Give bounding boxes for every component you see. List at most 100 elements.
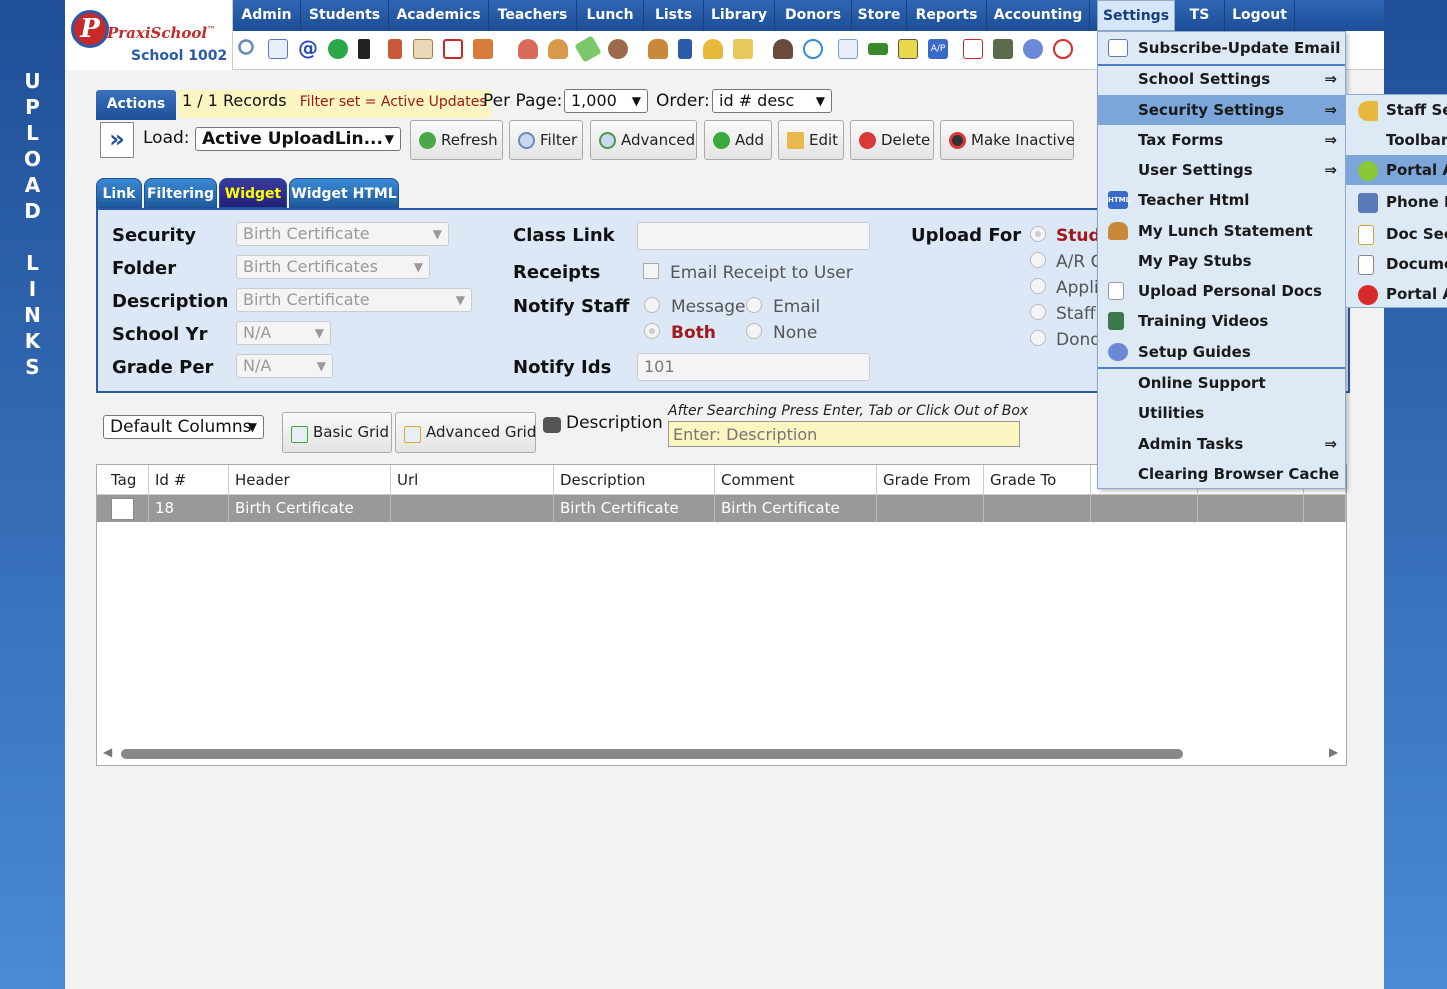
menu-item-school-settings[interactable]: School Settings ⇒ (1098, 64, 1345, 94)
parents-icon[interactable] (608, 39, 628, 59)
at-icon[interactable]: @ (298, 38, 318, 59)
nav-ts[interactable]: TS (1175, 0, 1225, 31)
pdf-icon[interactable] (963, 39, 983, 59)
submenu-item-portal-access[interactable]: Portal A (1346, 155, 1447, 185)
submenu-item-phone[interactable]: Phone N (1346, 187, 1447, 217)
student-icon[interactable] (548, 39, 568, 59)
phone-icon[interactable] (358, 39, 370, 59)
book-icon[interactable] (678, 39, 692, 59)
money-icon[interactable] (574, 35, 602, 63)
column-header-id[interactable]: Id # (149, 465, 229, 495)
column-header-grade-to[interactable]: Grade To (984, 465, 1091, 495)
security-select[interactable]: Birth Certificate ▼ (236, 222, 449, 246)
tag-checkbox[interactable] (111, 498, 134, 520)
filter-button[interactable]: Filter (509, 120, 583, 160)
notify-ids-input[interactable]: 101 (637, 353, 870, 381)
menu-item-online-support[interactable]: Online Support (1098, 368, 1345, 398)
calculator-icon[interactable] (413, 39, 433, 59)
notify-message-radio[interactable] (644, 297, 660, 313)
submenu-item-toolbars[interactable]: Toolbars (1346, 125, 1447, 155)
card-icon[interactable] (868, 43, 888, 55)
notify-none-radio[interactable] (746, 323, 762, 339)
nav-reports[interactable]: Reports (907, 0, 987, 31)
nav-library[interactable]: Library (704, 0, 775, 31)
school-yr-select[interactable]: N/A ▼ (236, 321, 331, 345)
menu-item-utilities[interactable]: Utilities (1098, 398, 1345, 428)
nav-admin[interactable]: Admin (233, 0, 301, 31)
scroll-left-arrow[interactable]: ◀ (103, 745, 112, 759)
menu-item-pay-stubs[interactable]: My Pay Stubs (1098, 246, 1345, 276)
tab-link[interactable]: Link (96, 178, 142, 208)
menu-item-clear-cache[interactable]: Clearing Browser Cache (1098, 459, 1345, 489)
make-inactive-button[interactable]: Make Inactive (940, 120, 1075, 160)
nav-store[interactable]: Store (852, 0, 907, 31)
class-link-input[interactable] (637, 222, 870, 250)
column-header-url[interactable]: Url (391, 465, 554, 495)
columns-select[interactable]: Default Columns ▼ (103, 415, 264, 439)
bell-icon[interactable] (703, 39, 723, 59)
actions-tab[interactable]: Actions (96, 90, 176, 120)
submenu-item-documents[interactable]: Docume (1346, 249, 1447, 279)
menu-item-teacher-html[interactable]: HTML Teacher Html (1098, 185, 1345, 215)
notify-email-radio[interactable] (746, 297, 762, 313)
person-icon[interactable] (773, 39, 793, 59)
basic-grid-button[interactable]: Basic Grid (282, 412, 392, 453)
advanced-button[interactable]: Advanced (590, 120, 697, 160)
teacher-icon[interactable] (518, 39, 538, 59)
refresh-button[interactable]: Refresh (410, 120, 503, 160)
column-header-header[interactable]: Header (229, 465, 391, 495)
menu-item-subscribe-email[interactable]: Subscribe-Update Email (1098, 33, 1345, 63)
per-page-select[interactable]: 1,000 ▼ (564, 89, 648, 113)
clock-icon[interactable] (803, 39, 823, 59)
edit-button[interactable]: Edit (778, 120, 844, 160)
search-icon[interactable] (238, 39, 258, 59)
printer-icon[interactable] (898, 39, 918, 59)
list-icon[interactable] (838, 39, 858, 59)
menu-item-security-settings[interactable]: Security Settings ⇒ (1098, 95, 1345, 125)
email-receipt-checkbox[interactable] (643, 263, 659, 279)
menu-item-user-settings[interactable]: User Settings ⇒ (1098, 155, 1345, 185)
upload-for-ar-radio[interactable] (1030, 252, 1046, 268)
megaphone-icon[interactable] (473, 39, 493, 59)
menu-item-admin-tasks[interactable]: Admin Tasks ⇒ (1098, 429, 1345, 459)
nav-accounting[interactable]: Accounting (987, 0, 1090, 31)
stop-icon[interactable] (1053, 39, 1073, 59)
nav-academics[interactable]: Academics (389, 0, 489, 31)
chat-icon[interactable] (328, 39, 348, 59)
column-header-tag[interactable]: Tag (97, 465, 149, 495)
folder-select[interactable]: Birth Certificates ▼ (236, 255, 430, 279)
nav-lunch[interactable]: Lunch (577, 0, 644, 31)
grid-icon[interactable] (268, 39, 288, 59)
delete-button[interactable]: Delete (850, 120, 934, 160)
nav-logout[interactable]: Logout (1225, 0, 1295, 31)
column-header-description[interactable]: Description (554, 465, 715, 495)
cash-icon[interactable] (993, 39, 1013, 59)
horizontal-scrollbar[interactable] (121, 749, 1183, 759)
menu-item-lunch-statement[interactable]: My Lunch Statement (1098, 216, 1345, 246)
description-select[interactable]: Birth Certificate ▼ (236, 288, 472, 312)
speaker-icon[interactable] (388, 39, 402, 59)
column-header-grade-from[interactable]: Grade From (877, 465, 984, 495)
logo[interactable]: P PraxiSchool™ School 1002 (65, 0, 233, 70)
order-select[interactable]: id # desc ▼ (712, 89, 832, 113)
tab-widget[interactable]: Widget (219, 178, 287, 208)
upload-for-applicant-radio[interactable] (1030, 278, 1046, 294)
grade-per-select[interactable]: N/A ▼ (236, 354, 333, 378)
nav-donors[interactable]: Donors (775, 0, 852, 31)
advanced-grid-button[interactable]: Advanced Grid (395, 412, 536, 453)
scroll-right-arrow[interactable]: ▶ (1329, 745, 1338, 759)
tab-widget-html[interactable]: Widget HTML (289, 178, 399, 208)
menu-item-tax-forms[interactable]: Tax Forms ⇒ (1098, 125, 1345, 155)
upload-for-staff-radio[interactable] (1030, 304, 1046, 320)
help-icon[interactable] (1023, 39, 1043, 59)
load-select[interactable]: Active UploadLin... ▼ (195, 127, 401, 151)
burger-icon[interactable] (648, 39, 668, 59)
add-button[interactable]: Add (704, 120, 772, 160)
expand-button[interactable]: » (100, 122, 134, 158)
upload-for-donor-radio[interactable] (1030, 330, 1046, 346)
notify-both-radio[interactable] (644, 323, 660, 339)
nav-students[interactable]: Students (301, 0, 389, 31)
search-input[interactable] (668, 421, 1020, 447)
submenu-item-staff-security[interactable]: Staff Se (1346, 95, 1447, 125)
menu-item-training-videos[interactable]: Training Videos (1098, 306, 1345, 336)
